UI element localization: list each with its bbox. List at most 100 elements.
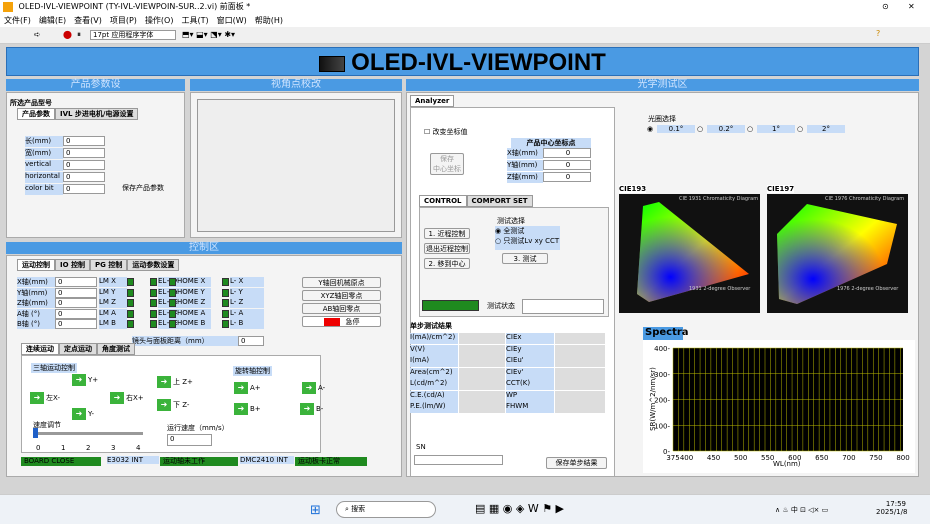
- move-button-8[interactable]: ➜ B+: [234, 403, 261, 416]
- aperture-radio[interactable]: ○: [797, 125, 803, 133]
- axis-value[interactable]: 0: [543, 160, 591, 170]
- aperture-option[interactable]: 1°: [757, 125, 795, 133]
- field-value[interactable]: 0: [63, 160, 105, 170]
- limit-label: L- Y: [230, 287, 264, 298]
- menu-item[interactable]: 帮助(H): [255, 16, 283, 25]
- system-tray[interactable]: ∧ ♨ 中 ⊡ ◁× ▭: [775, 505, 828, 515]
- field-value[interactable]: 0: [63, 148, 105, 158]
- axis-value[interactable]: 0: [55, 319, 97, 329]
- tab-ivl-settings[interactable]: IVL 步进电机/电源设置: [55, 108, 139, 120]
- move-arrow-icon: ➜: [72, 408, 86, 420]
- menu-item[interactable]: 窗口(W): [217, 16, 247, 25]
- aperture-radio[interactable]: ○: [747, 125, 753, 133]
- tab-product-params[interactable]: 产品参数: [17, 108, 55, 120]
- menu-item[interactable]: 工具(T): [181, 16, 208, 25]
- aperture-radio[interactable]: ◉: [647, 125, 653, 133]
- correct-label: 改变坐标值: [432, 128, 468, 136]
- font-select[interactable]: 17pt 应用程序字体: [90, 30, 176, 40]
- homing-button-0[interactable]: Y轴回机械原点: [302, 277, 381, 288]
- move-button-7[interactable]: ➜ A-: [302, 382, 325, 395]
- limit-label: LM X: [99, 277, 127, 287]
- viewpoint-view: [197, 99, 395, 232]
- sn-field[interactable]: [414, 455, 503, 465]
- mode-radio-group[interactable]: ◉ 全测试 ○ 只测试Lv xy CCT: [495, 226, 560, 250]
- menu-item[interactable]: 编辑(E): [39, 16, 66, 25]
- field-value[interactable]: 0: [63, 172, 105, 182]
- homing-button-3[interactable]: 急停: [302, 316, 381, 327]
- move-arrow-icon: ➜: [234, 382, 248, 394]
- axis-label: X轴(mm): [17, 277, 55, 287]
- limit-led: [169, 278, 176, 286]
- align-icon[interactable]: ⬒▾ ⬓▾ ⬔▾ ✱▾: [182, 30, 235, 39]
- field-value[interactable]: 0: [63, 136, 105, 146]
- run-speed-field[interactable]: 0: [167, 434, 212, 446]
- taskbar-search[interactable]: ⌕ 搜索: [336, 501, 436, 518]
- cie1931-observer: 1931 2-degree Observer: [689, 286, 751, 292]
- motion-tab-2[interactable]: 角度测试: [97, 343, 135, 355]
- rot-axis-label: 旋转轴控制: [233, 366, 272, 376]
- mode-lv[interactable]: ○ 只测试Lv xy CCT: [495, 236, 560, 246]
- menu-item[interactable]: 查看(V): [74, 16, 102, 25]
- aperture-option[interactable]: 0.2°: [707, 125, 745, 133]
- homing-button-1[interactable]: XYZ轴回零点: [302, 290, 381, 301]
- move-button-0[interactable]: ➜ Y+: [72, 374, 98, 387]
- run-arrow-icon[interactable]: ➪: [34, 30, 41, 39]
- move-button-4[interactable]: ➜ 上 Z+: [157, 376, 193, 389]
- axis-value[interactable]: 0: [55, 308, 97, 319]
- motion-tab-0[interactable]: 连续运动: [21, 343, 59, 355]
- move-arrow-icon: ➜: [110, 392, 124, 404]
- move-button-1[interactable]: ➜ 左X-: [30, 392, 60, 405]
- distance-field[interactable]: 0: [238, 336, 264, 346]
- save-product-button[interactable]: 保存产品参数: [122, 183, 164, 193]
- move-button-5[interactable]: ➜ 下 Z-: [157, 399, 189, 412]
- motion-tab-1[interactable]: 定点运动: [59, 343, 97, 355]
- tab-control-3[interactable]: 运动参数设置: [127, 259, 180, 271]
- axis-value[interactable]: 0: [55, 287, 97, 298]
- aperture-option[interactable]: 0.1°: [657, 125, 695, 133]
- control-tabs-row: 运动控制 IO 控制 PG 控制 运动参数设置: [17, 259, 180, 271]
- cie1976-gamut: [777, 204, 897, 304]
- save-center-button[interactable]: 保存 中心坐标: [430, 153, 464, 175]
- test-button[interactable]: 3. 测试: [502, 253, 548, 264]
- correct-checkbox[interactable]: ☐ 改变坐标值: [424, 127, 468, 137]
- close-icon[interactable]: ✕: [908, 0, 915, 14]
- move-button-3[interactable]: ➜ Y-: [72, 408, 94, 421]
- axis-value[interactable]: 0: [55, 277, 97, 287]
- tab-control-2[interactable]: PG 控制: [90, 259, 128, 271]
- field-value[interactable]: 0: [63, 184, 105, 194]
- near-control-button[interactable]: 1. 近程控制: [424, 228, 470, 239]
- tab-control-0[interactable]: 运动控制: [17, 259, 55, 271]
- move-center-button[interactable]: 2. 移到中心: [424, 258, 470, 269]
- move-button-2[interactable]: ➜ 右X+: [110, 392, 144, 405]
- aperture-radio[interactable]: ○: [697, 125, 703, 133]
- result-label: CIEx: [506, 333, 554, 344]
- clock[interactable]: 17:59 2025/1/8: [876, 500, 907, 516]
- taskbar-apps-icon[interactable]: ▤ ▦ ◉ ◈ W ⚑ ▶: [475, 502, 564, 515]
- tab-comport[interactable]: COMPORT SET: [466, 195, 533, 207]
- windows-start-icon[interactable]: ⊞: [310, 503, 321, 518]
- help-icon[interactable]: ?: [876, 29, 880, 38]
- mode-full[interactable]: ◉ 全测试: [495, 226, 560, 236]
- speed-slider[interactable]: [38, 432, 143, 435]
- save-single-button[interactable]: 保存单步结果: [546, 457, 607, 469]
- tab-control-1[interactable]: IO 控制: [55, 259, 90, 271]
- stop-icon[interactable]: ⬤: [63, 30, 72, 39]
- axis-label: Z轴(mm): [17, 298, 55, 308]
- tab-control[interactable]: CONTROL: [419, 195, 467, 207]
- menu-item[interactable]: 操作(O): [145, 16, 174, 25]
- homing-button-2[interactable]: AB轴回零点: [302, 303, 381, 314]
- axis-value[interactable]: 0: [543, 148, 591, 158]
- axis-value[interactable]: 0: [543, 172, 591, 182]
- pause-icon[interactable]: ⏸: [77, 30, 81, 40]
- move-button-6[interactable]: ➜ A+: [234, 382, 261, 395]
- menu-item[interactable]: 文件(F): [4, 16, 31, 25]
- move-button-9[interactable]: ➜ B-: [300, 403, 323, 416]
- menu-item[interactable]: 项目(P): [110, 16, 137, 25]
- tab-analyzer[interactable]: Analyzer: [410, 95, 455, 107]
- pin-icon[interactable]: ⊙: [882, 0, 889, 14]
- axis-label: Y轴(mm): [17, 287, 55, 298]
- aperture-option[interactable]: 2°: [807, 125, 845, 133]
- exit-near-button[interactable]: 退出近程控制: [424, 243, 470, 254]
- axis-value[interactable]: 0: [55, 298, 97, 308]
- speed-slider-thumb[interactable]: [33, 428, 38, 438]
